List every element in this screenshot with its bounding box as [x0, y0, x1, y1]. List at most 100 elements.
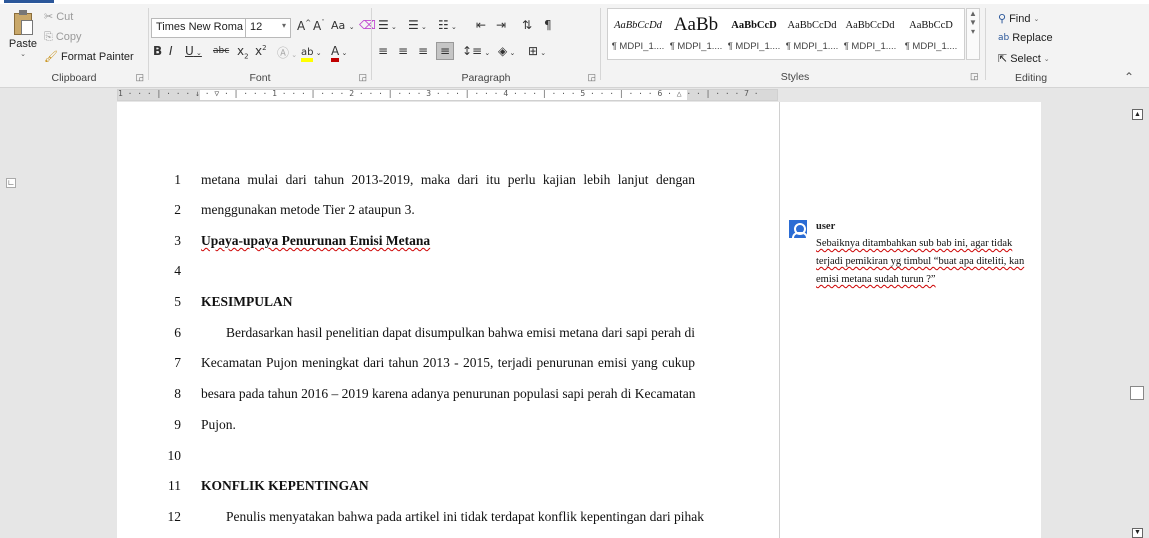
paste-button[interactable]: Paste ⌄: [6, 8, 40, 66]
document-line[interactable]: 3 Upaya-upaya Penurunan Emisi Metana: [117, 233, 779, 253]
font-size-box[interactable]: 12 ▾: [245, 18, 291, 38]
document-line[interactable]: 7 Kecamatan Pujon meningkat dari tahun 2…: [117, 355, 779, 375]
replace-button[interactable]: ab Replace: [998, 32, 1053, 44]
collapse-ribbon-icon[interactable]: ⌃: [1124, 70, 1134, 84]
more-styles-icon[interactable]: ▾: [967, 27, 979, 36]
document-line[interactable]: 4: [117, 263, 779, 283]
line-text[interactable]: metana mulai dari tahun 2013-2019, maka …: [201, 172, 695, 188]
scroll-down-icon[interactable]: ▼: [1132, 528, 1143, 538]
italic-button[interactable]: I: [169, 44, 173, 58]
line-text[interactable]: Berdasarkan hasil penelitian dapat disum…: [201, 325, 695, 341]
comment-text[interactable]: Sebaiknya ditambahkan sub bab ini, agar …: [816, 235, 1038, 289]
styles-gallery-scroll[interactable]: ▲ ▼ ▾: [966, 8, 980, 60]
document-line[interactable]: 11 KONFLIK KEPENTINGAN: [117, 478, 779, 498]
line-text[interactable]: Kecamatan Pujon meningkat dari tahun 201…: [201, 355, 695, 371]
line-number: 5: [174, 294, 181, 309]
font-name-box[interactable]: Times New Roma: [151, 18, 249, 38]
document-line[interactable]: 2 menggunakan metode Tier 2 ataupun 3.: [117, 202, 779, 222]
document-page[interactable]: 1 metana mulai dari tahun 2013-2019, mak…: [117, 102, 779, 538]
line-spacing-button[interactable]: ↕≡ ⌄: [462, 44, 490, 58]
style-preview: AaBbCcDd: [845, 19, 895, 31]
format-painter-button[interactable]: 🖌 Format Painter: [44, 50, 134, 63]
sort-button[interactable]: ⇅: [522, 18, 532, 32]
style-item[interactable]: AaBb ¶ MDPI_1....: [668, 9, 724, 61]
document-line[interactable]: 12 Penulis menyatakan bahwa pada artikel…: [117, 509, 779, 529]
clipboard-launcher-icon[interactable]: ◲: [135, 72, 144, 83]
shrink-font-button[interactable]: Aˇ: [313, 19, 325, 33]
scroll-up-icon[interactable]: ▲: [1132, 109, 1143, 120]
grow-font-button[interactable]: A^: [297, 19, 311, 33]
cut-button[interactable]: ✂ Cut: [44, 10, 73, 23]
document-line[interactable]: 9 Pujon.: [117, 417, 779, 437]
document-line[interactable]: 5 KESIMPULAN: [117, 294, 779, 314]
line-number: 9: [174, 417, 181, 432]
increase-indent-icon: ⇥: [496, 18, 507, 32]
chevron-down-icon: ⌄: [348, 23, 355, 31]
borders-button[interactable]: ⊞ ⌄: [528, 44, 546, 58]
chevron-down-icon[interactable]: ▼: [967, 18, 979, 27]
vertical-scrollbar[interactable]: ▲ ▼: [1128, 102, 1149, 538]
horizontal-ruler[interactable]: 1 · · · | · · · ↓ · ▽ · | · · · 1 · · · …: [117, 89, 778, 101]
bold-button[interactable]: B: [153, 44, 162, 58]
subscript-button[interactable]: x2: [237, 44, 249, 60]
chevron-down-icon: ⌄: [1033, 15, 1040, 23]
document-line[interactable]: 6 Berdasarkan hasil penelitian dapat dis…: [117, 325, 779, 345]
line-text[interactable]: menggunakan metode Tier 2 ataupun 3.: [201, 202, 415, 218]
find-button[interactable]: ⚲ Find ⌄: [998, 12, 1039, 25]
strikethrough-button[interactable]: abc: [213, 46, 229, 56]
document-line[interactable]: 10: [117, 448, 779, 468]
style-item[interactable]: AaBbCcDd ¶ MDPI_1....: [784, 9, 840, 61]
align-right-button[interactable]: ≡: [418, 44, 428, 58]
justify-icon: ≡: [440, 44, 451, 58]
align-left-button[interactable]: ≡: [378, 44, 388, 58]
chevron-up-icon[interactable]: ▲: [967, 9, 979, 18]
underline-button[interactable]: U ⌄: [185, 44, 202, 58]
scrollbar-thumb[interactable]: [1130, 386, 1144, 400]
paste-dropdown-icon[interactable]: ⌄: [6, 50, 40, 58]
numbering-button[interactable]: ☰ ⌄: [408, 18, 427, 32]
multilevel-list-button[interactable]: ☷ ⌄: [438, 18, 457, 32]
borders-icon: ⊞: [528, 44, 539, 58]
line-text[interactable]: Penulis menyatakan bahwa pada artikel in…: [201, 509, 704, 525]
show-paragraph-marks-button[interactable]: ¶: [544, 18, 552, 32]
highlighter-icon: ab: [301, 47, 314, 62]
highlight-button[interactable]: ab ⌄: [301, 44, 322, 62]
increase-indent-button[interactable]: ⇥: [496, 18, 506, 32]
line-text[interactable]: Pujon.: [201, 417, 236, 433]
select-button[interactable]: ⇱ Select ⌄: [998, 52, 1050, 65]
decrease-indent-button[interactable]: ⇤: [476, 18, 486, 32]
style-item[interactable]: AaBbCcD ¶ MDPI_1....: [900, 9, 962, 61]
style-item[interactable]: AaBbCcDd ¶ MDPI_1....: [842, 9, 898, 61]
section-heading[interactable]: Upaya-upaya Penurunan Emisi Metana: [201, 233, 430, 249]
shading-button[interactable]: ◈ ⌄: [498, 44, 515, 58]
section-heading[interactable]: KONFLIK KEPENTINGAN: [201, 478, 369, 494]
clipboard-group: Paste ⌄ ✂ Cut ⎘ Copy 🖌 Format Painter Clipb…: [0, 4, 148, 88]
comments-pane: user Sebaiknya ditambahkan sub bab ini, …: [779, 102, 1041, 538]
align-center-button[interactable]: ≡: [398, 44, 408, 58]
copy-button[interactable]: ⎘ Copy: [44, 30, 82, 44]
text-effects-button[interactable]: Ⓐ ⌄: [277, 44, 297, 61]
style-item[interactable]: AaBbCcD ¶ MDPI_1....: [726, 9, 782, 61]
tab-selector-icon[interactable]: ∟: [6, 178, 16, 188]
subscript-icon: x2: [237, 44, 249, 61]
font-color-button[interactable]: A ⌄: [331, 44, 347, 62]
change-case-button[interactable]: Aa ⌄: [331, 19, 355, 32]
styles-launcher-icon[interactable]: ◲: [970, 71, 979, 82]
divider: [600, 8, 601, 80]
superscript-button[interactable]: x2: [255, 44, 267, 58]
ruler-ticks: 1 · · · | · · · ↓ · ▽ · | · · · 1 · · · …: [118, 89, 759, 98]
section-heading[interactable]: KESIMPULAN: [201, 294, 293, 310]
style-item[interactable]: AaBbCcDd ¶ MDPI_1....: [610, 9, 666, 61]
document-line[interactable]: 1 metana mulai dari tahun 2013-2019, mak…: [117, 172, 779, 192]
justify-button[interactable]: ≡: [436, 42, 455, 60]
style-name: ¶ MDPI_1....: [611, 41, 665, 52]
font-launcher-icon[interactable]: ◲: [358, 72, 367, 83]
editing-group: ⚲ Find ⌄ ab Replace ⇱ Select ⌄ Editing: [986, 4, 1076, 88]
line-text[interactable]: besara pada tahun 2016 – 2019 karena ada…: [201, 386, 695, 402]
bullets-button[interactable]: ☰ ⌄: [378, 18, 397, 32]
document-line[interactable]: 8 besara pada tahun 2016 – 2019 karena a…: [117, 386, 779, 406]
user-avatar-icon: [789, 220, 808, 240]
paragraph-launcher-icon[interactable]: ◲: [587, 72, 596, 83]
line-number: 6: [174, 325, 181, 340]
style-preview: AaBb: [673, 14, 719, 35]
